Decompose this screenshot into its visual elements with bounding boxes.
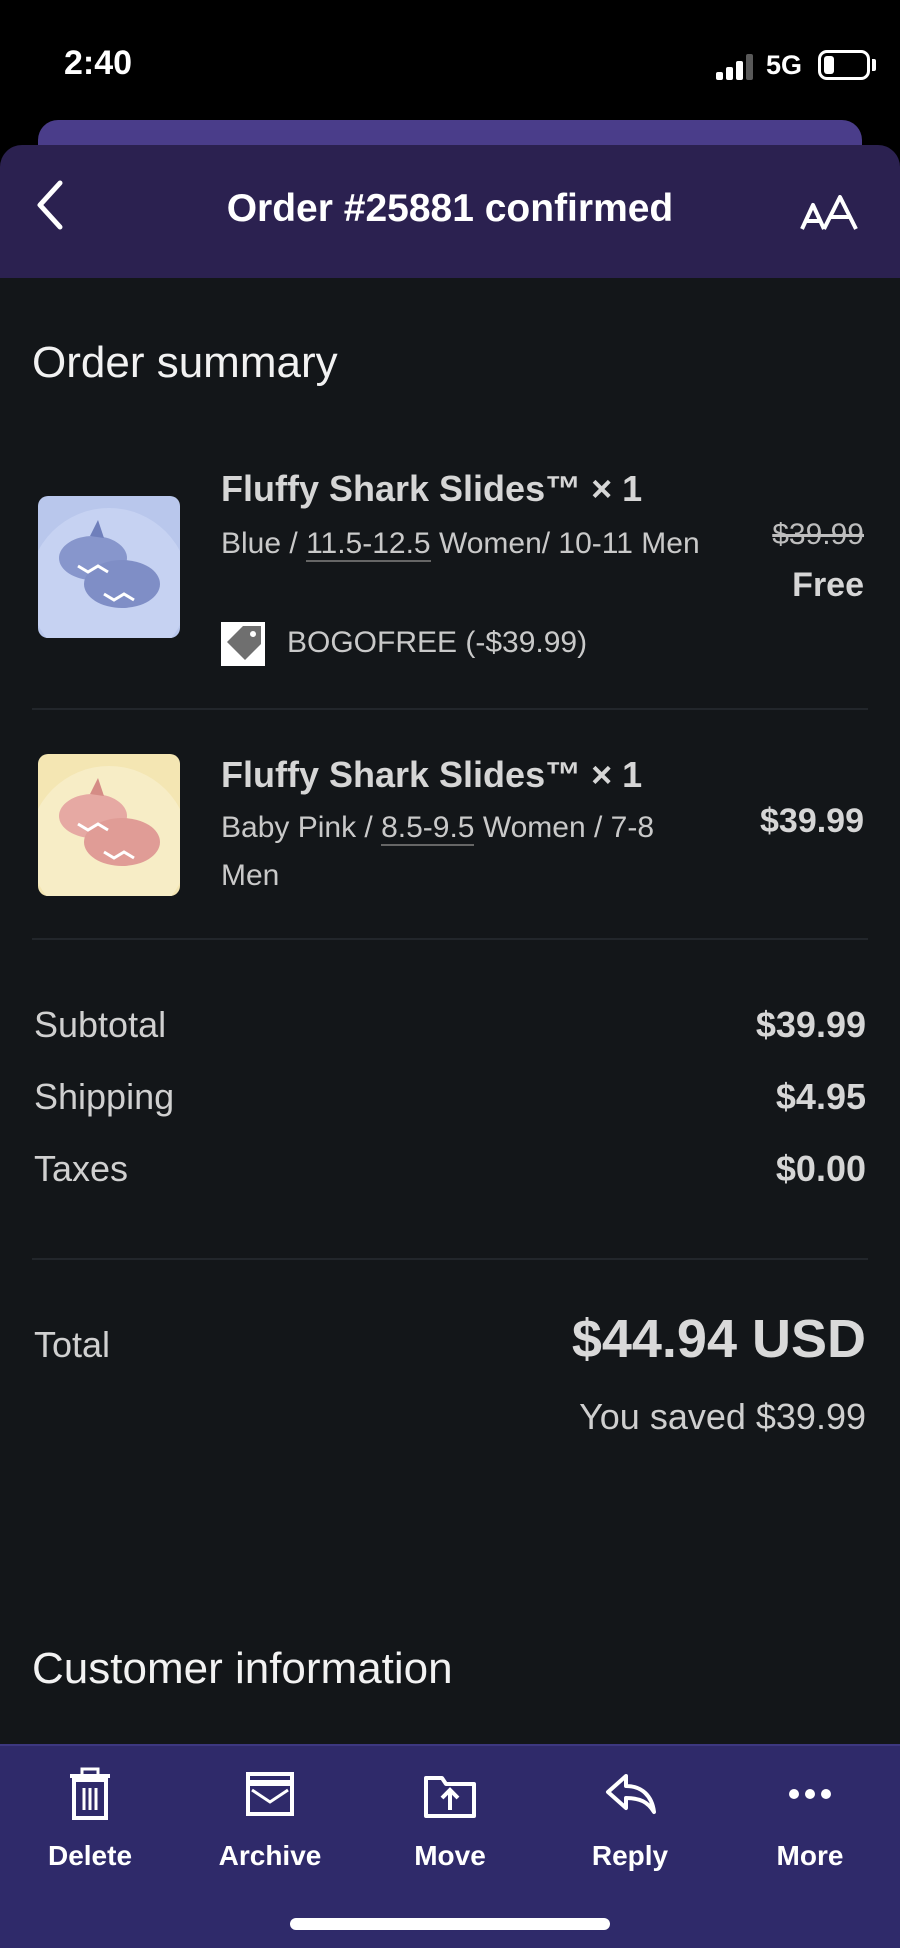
- item-price: $39.99: [760, 802, 864, 840]
- move-label: Move: [414, 1840, 486, 1871]
- email-header: Order #25881 confirmed: [0, 145, 900, 278]
- item-name: Fluffy Shark Slides™ × 1: [221, 468, 643, 509]
- reply-label: Reply: [591, 1840, 669, 1871]
- discount-row: BOGOFREE (-$39.99): [221, 622, 587, 666]
- signal-icon: [716, 52, 753, 80]
- product-image[interactable]: [38, 754, 180, 896]
- item-variant: Baby Pink / 8.5-9.5 Women / 7-8 Men: [221, 811, 655, 892]
- battery-icon: [818, 50, 870, 80]
- total-label: Total: [34, 1324, 111, 1365]
- shipping-label: Shipping: [34, 1076, 175, 1117]
- text-size-icon[interactable]: [800, 195, 860, 231]
- status-bar: 2:40 5G: [0, 0, 900, 120]
- shipping-value: $4.95: [775, 1076, 866, 1117]
- home-indicator[interactable]: [290, 1918, 610, 1930]
- subtotal-label: Subtotal: [34, 1004, 167, 1045]
- product-image[interactable]: [38, 496, 180, 638]
- status-time: 2:40: [64, 44, 133, 82]
- discount-tag-icon: [221, 622, 265, 666]
- subtotal-value: $39.99: [755, 1004, 866, 1045]
- network-type: 5G: [766, 50, 803, 80]
- original-price: $39.99: [772, 518, 864, 551]
- trash-icon: [70, 1767, 110, 1820]
- divider: [32, 708, 868, 710]
- reply-icon: [606, 1774, 656, 1814]
- divider: [32, 1258, 868, 1260]
- move-icon: [424, 1776, 476, 1818]
- more-dots-icon: [789, 1789, 831, 1799]
- item-variant: Blue / 11.5-12.5 Women/ 10-11 Men: [221, 527, 700, 562]
- archive-button[interactable]: Archive: [190, 1764, 350, 1872]
- taxes-value: $0.00: [775, 1148, 866, 1189]
- item-price: Free: [792, 566, 864, 604]
- taxes-label: Taxes: [34, 1148, 129, 1189]
- move-button[interactable]: Move: [370, 1764, 530, 1872]
- divider: [32, 938, 868, 940]
- item-name: Fluffy Shark Slides™ × 1: [221, 754, 643, 795]
- discount-code: BOGOFREE (-$39.99): [287, 625, 588, 659]
- order-summary-title: Order summary: [32, 338, 338, 387]
- reply-button[interactable]: Reply: [550, 1764, 710, 1872]
- customer-info-title: Customer information: [32, 1644, 453, 1693]
- archive-icon: [246, 1772, 294, 1816]
- page-title: Order #25881 confirmed: [226, 187, 674, 230]
- battery-tip: [872, 59, 876, 71]
- total-value: $44.94 USD: [571, 1309, 866, 1369]
- email-body: Order summary Fluffy Shark Slides™ × 1 B…: [0, 278, 900, 1744]
- more-button[interactable]: More: [730, 1764, 890, 1872]
- savings-text: You saved $39.99: [579, 1396, 866, 1437]
- archive-label: Archive: [218, 1840, 322, 1871]
- delete-button[interactable]: Delete: [10, 1764, 170, 1872]
- delete-label: Delete: [47, 1840, 133, 1871]
- more-label: More: [776, 1840, 844, 1871]
